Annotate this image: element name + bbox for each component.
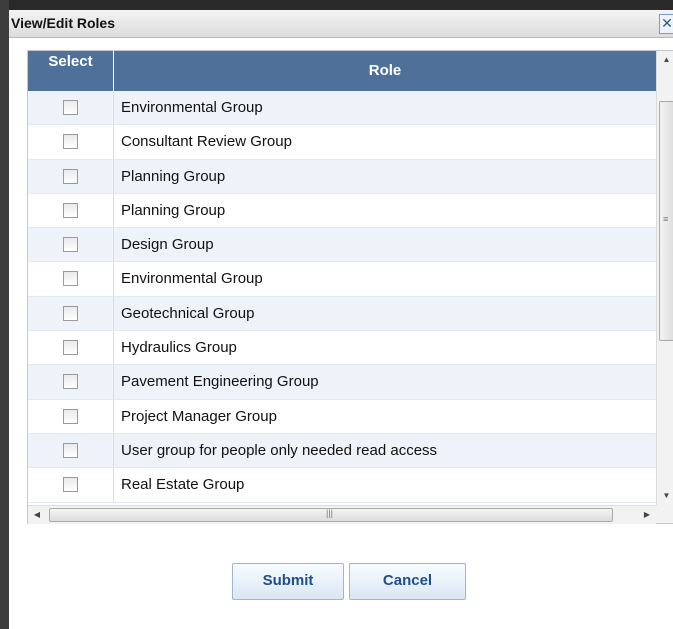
vertical-scrollbar[interactable]: ▲ ≡ ▼ xyxy=(656,51,673,505)
submit-button[interactable]: Submit xyxy=(232,563,344,600)
role-name: Consultant Review Group xyxy=(121,133,292,151)
role-checkbox[interactable] xyxy=(63,340,78,356)
grid-body: Environmental Group Consultant Review Gro… xyxy=(28,91,656,505)
select-cell xyxy=(28,399,114,433)
select-cell xyxy=(28,468,114,502)
window-frame-top xyxy=(0,0,673,10)
cancel-button[interactable]: Cancel xyxy=(349,563,466,600)
role-name: Design Group xyxy=(121,236,214,254)
select-cell xyxy=(28,365,114,399)
role-checkbox[interactable] xyxy=(63,305,78,321)
vertical-scroll-thumb[interactable]: ≡ xyxy=(659,101,673,341)
role-name: Environmental Group xyxy=(121,270,263,288)
select-cell xyxy=(28,433,114,468)
role-checkbox[interactable] xyxy=(63,477,78,493)
table-row[interactable]: Geotechnical Group xyxy=(28,296,656,332)
table-row[interactable]: Planning Group xyxy=(28,193,656,229)
role-name: Planning Group xyxy=(121,167,226,185)
scroll-right-arrow-icon[interactable]: ▶ xyxy=(638,506,656,524)
role-name: Pavement Engineering Group xyxy=(121,373,319,391)
select-cell xyxy=(28,296,114,331)
table-row[interactable]: Hydraulics Group xyxy=(28,331,656,366)
role-checkbox[interactable] xyxy=(63,100,78,115)
select-cell xyxy=(28,193,114,228)
role-name: Geotechnical Group xyxy=(121,304,255,322)
scrollbar-corner xyxy=(656,505,673,523)
role-name: Project Manager Group xyxy=(121,407,277,425)
scroll-left-arrow-icon[interactable]: ◀ xyxy=(28,506,46,524)
role-checkbox[interactable] xyxy=(63,168,78,184)
horizontal-scrollbar[interactable]: ◀ ||| ▶ xyxy=(28,505,656,524)
table-row[interactable]: Environmental Group xyxy=(28,91,656,126)
table-row[interactable]: User group for people only needed read a… xyxy=(28,433,656,469)
scroll-up-arrow-icon[interactable]: ▲ xyxy=(657,51,673,69)
dialog-titlebar: View/Edit Roles ✕ xyxy=(9,10,673,38)
select-cell xyxy=(28,125,114,159)
role-name: Environmental Group xyxy=(121,99,263,116)
roles-grid: Select Role Environmental Group Consultan… xyxy=(27,50,673,524)
select-cell xyxy=(28,159,114,193)
role-checkbox[interactable] xyxy=(63,134,78,150)
table-row[interactable]: Environmental Group xyxy=(28,262,656,297)
grip-icon: ||| xyxy=(326,508,334,518)
role-name: Planning Group xyxy=(121,201,226,219)
horizontal-scroll-thumb[interactable]: ||| xyxy=(49,508,613,522)
select-cell xyxy=(28,331,114,365)
role-checkbox[interactable] xyxy=(63,408,78,424)
grid-header: Select Role xyxy=(28,51,656,91)
role-checkbox[interactable] xyxy=(63,442,78,458)
select-cell xyxy=(28,91,114,125)
table-row[interactable]: Project Manager Group xyxy=(28,399,656,434)
table-row[interactable]: Design Group xyxy=(28,228,656,263)
role-checkbox[interactable] xyxy=(63,202,78,218)
select-cell xyxy=(28,262,114,296)
table-row[interactable]: Real Estate Group xyxy=(28,468,656,503)
close-icon[interactable]: ✕ xyxy=(659,14,673,34)
table-row[interactable]: Pavement Engineering Group xyxy=(28,365,656,400)
column-header-role[interactable]: Role xyxy=(114,51,656,91)
column-header-select[interactable]: Select xyxy=(28,51,114,91)
table-row[interactable]: Planning Group xyxy=(28,159,656,194)
role-name: User group for people only needed read a… xyxy=(121,441,438,459)
dialog-title: View/Edit Roles xyxy=(11,15,115,31)
table-row[interactable]: Consultant Review Group xyxy=(28,125,656,160)
view-edit-roles-dialog: View/Edit Roles ✕ Select Role Environmen… xyxy=(9,10,673,629)
role-name: Real Estate Group xyxy=(121,476,245,494)
grip-icon: ≡ xyxy=(663,214,669,224)
scroll-down-arrow-icon[interactable]: ▼ xyxy=(657,487,673,505)
role-name: Hydraulics Group xyxy=(121,339,237,357)
role-checkbox[interactable] xyxy=(63,374,78,390)
role-checkbox[interactable] xyxy=(63,271,78,287)
window-frame-left xyxy=(0,0,9,629)
select-cell xyxy=(28,228,114,262)
role-checkbox[interactable] xyxy=(63,237,78,253)
